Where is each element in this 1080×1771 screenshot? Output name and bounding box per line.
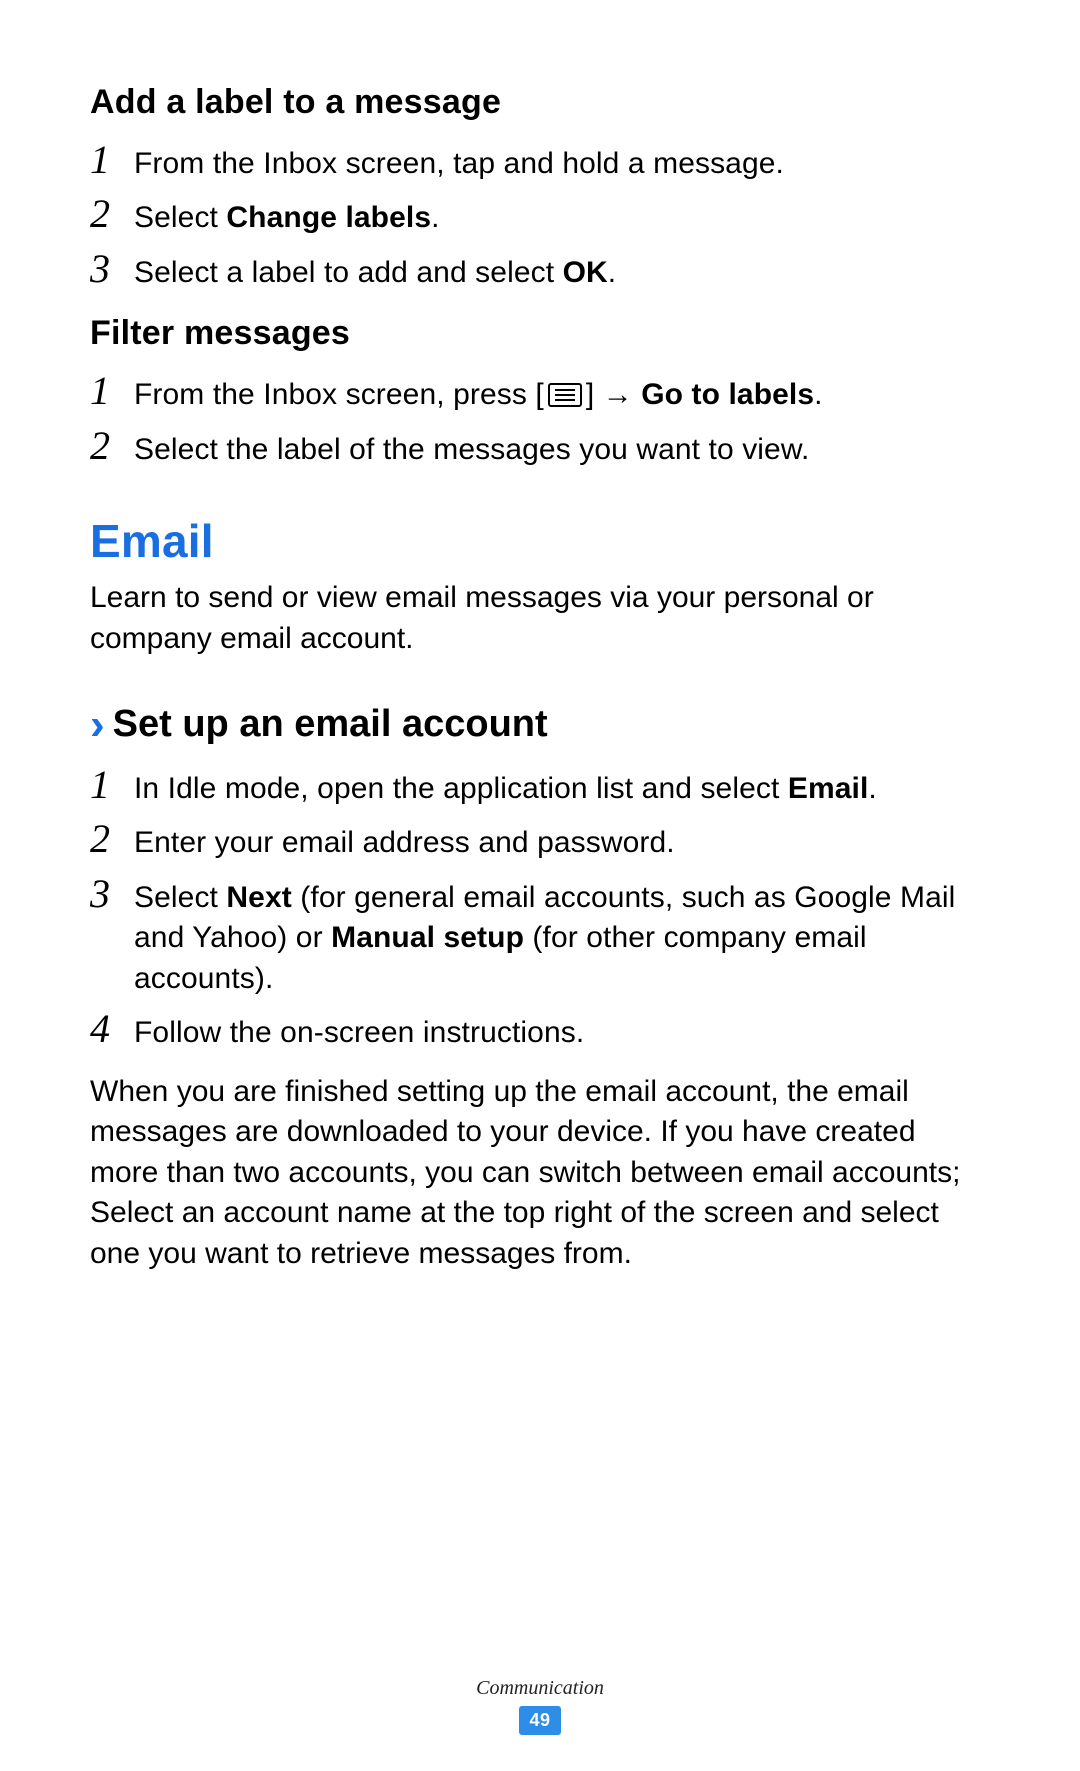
step-number: 2 bbox=[90, 426, 134, 466]
list-item: 1 From the Inbox screen, press [ ] → Go … bbox=[90, 371, 990, 416]
heading-text: Set up an email account bbox=[113, 699, 548, 750]
section-title-email: Email bbox=[90, 510, 990, 572]
step-text: Select Change labels. bbox=[134, 198, 990, 239]
heading-filter-messages: Filter messages bbox=[90, 311, 990, 357]
step-number: 3 bbox=[90, 249, 134, 289]
step-number: 1 bbox=[90, 371, 134, 411]
closing-paragraph: When you are finished setting up the ema… bbox=[90, 1072, 990, 1275]
heading-setup-email: › Set up an email account bbox=[90, 699, 990, 750]
list-item: 3 Select a label to add and select OK. bbox=[90, 249, 990, 294]
chevron-right-icon: › bbox=[90, 703, 105, 747]
step-text: Select Next (for general email accounts,… bbox=[134, 878, 990, 1000]
list-item: 3 Select Next (for general email account… bbox=[90, 874, 990, 1000]
footer-section-label: Communication bbox=[0, 1675, 1080, 1702]
step-number: 2 bbox=[90, 819, 134, 859]
list-add-label: 1 From the Inbox screen, tap and hold a … bbox=[90, 140, 990, 294]
heading-add-label: Add a label to a message bbox=[90, 80, 990, 126]
step-text: From the Inbox screen, press [ ] → Go to… bbox=[134, 375, 990, 416]
step-text: Follow the on-screen instructions. bbox=[134, 1013, 990, 1054]
step-text: From the Inbox screen, tap and hold a me… bbox=[134, 144, 990, 185]
list-item: 1 From the Inbox screen, tap and hold a … bbox=[90, 140, 990, 185]
section-intro: Learn to send or view email messages via… bbox=[90, 578, 990, 659]
menu-icon bbox=[548, 383, 582, 407]
step-number: 1 bbox=[90, 140, 134, 180]
step-number: 3 bbox=[90, 874, 134, 914]
list-item: 2 Select the label of the messages you w… bbox=[90, 426, 990, 471]
step-text: Select the label of the messages you wan… bbox=[134, 430, 990, 471]
step-number: 4 bbox=[90, 1009, 134, 1049]
step-text: Enter your email address and password. bbox=[134, 823, 990, 864]
list-item: 4 Follow the on-screen instructions. bbox=[90, 1009, 990, 1054]
page-footer: Communication 49 bbox=[0, 1675, 1080, 1735]
list-setup-email: 1 In Idle mode, open the application lis… bbox=[90, 765, 990, 1054]
step-number: 1 bbox=[90, 765, 134, 805]
list-item: 2 Enter your email address and password. bbox=[90, 819, 990, 864]
list-item: 2 Select Change labels. bbox=[90, 194, 990, 239]
step-text: In Idle mode, open the application list … bbox=[134, 769, 990, 810]
page-number-badge: 49 bbox=[519, 1706, 560, 1735]
document-page: Add a label to a message 1 From the Inbo… bbox=[0, 0, 1080, 1771]
step-text: Select a label to add and select OK. bbox=[134, 253, 990, 294]
list-item: 1 In Idle mode, open the application lis… bbox=[90, 765, 990, 810]
step-number: 2 bbox=[90, 194, 134, 234]
list-filter-messages: 1 From the Inbox screen, press [ ] → Go … bbox=[90, 371, 990, 470]
